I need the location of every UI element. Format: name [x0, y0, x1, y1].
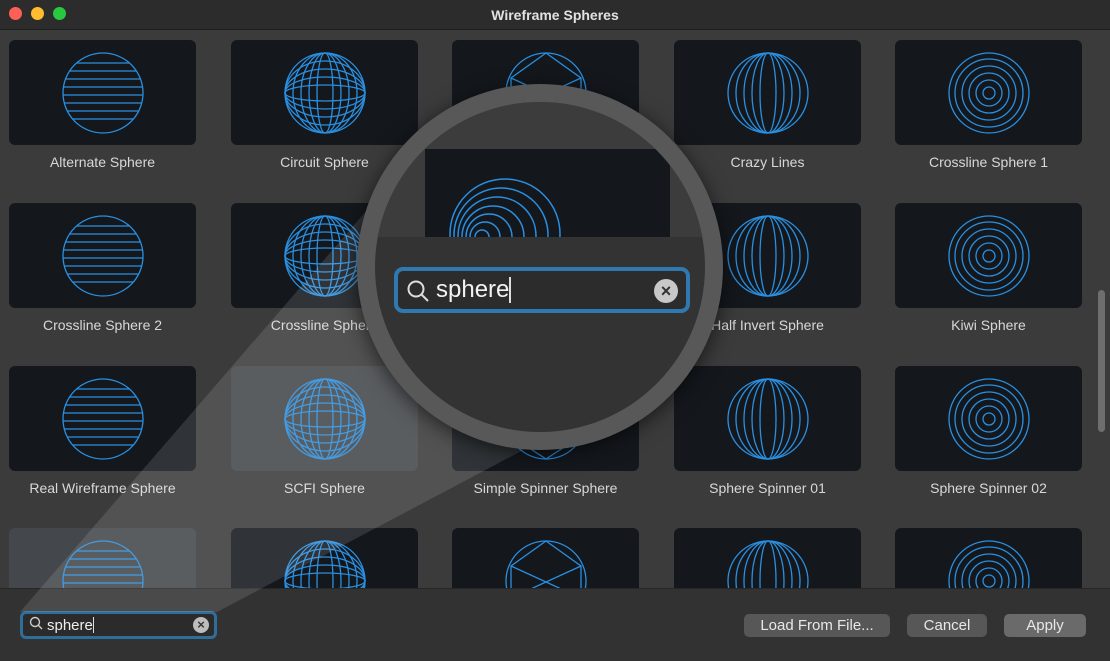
magnified-search-text: sphere — [436, 276, 510, 303]
preset-tile[interactable]: Crossline Sphere 1 — [895, 40, 1082, 170]
sphere-thumbnail — [895, 40, 1082, 145]
clear-icon: × — [654, 279, 678, 303]
preset-tile[interactable]: SCFI Sphere — [231, 366, 418, 496]
sphere-thumbnail — [674, 528, 861, 588]
sphere-thumbnail — [231, 528, 418, 588]
clear-icon[interactable]: × — [193, 617, 209, 633]
search-icon — [29, 616, 43, 634]
preset-tile[interactable]: Alternate Sphere — [9, 40, 196, 170]
preset-label: Sphere Spinner 01 — [709, 480, 826, 496]
sphere-thumbnail — [9, 203, 196, 308]
sphere-thumbnail — [674, 366, 861, 471]
preset-tile[interactable]: Sphere Spinner 01 — [674, 366, 861, 496]
sphere-thumbnail — [895, 203, 1082, 308]
window-title: Wireframe Spheres — [491, 7, 619, 23]
cancel-button[interactable]: Cancel — [907, 614, 987, 637]
preset-label: Crossline Sphere 2 — [42, 317, 163, 333]
magnifier: sphere × — [357, 84, 723, 450]
apply-button[interactable]: Apply — [1004, 614, 1086, 637]
preset-tile[interactable]: Sphere Spinner 02 — [895, 366, 1082, 496]
preset-tile[interactable] — [9, 528, 196, 588]
sphere-thumbnail — [452, 528, 639, 588]
preset-tile[interactable] — [895, 528, 1082, 588]
preset-tile[interactable] — [231, 528, 418, 588]
preset-label: Sphere Spinner 02 — [930, 480, 1047, 496]
search-text: sphere — [47, 616, 93, 634]
sphere-thumbnail — [895, 366, 1082, 471]
preset-label: SCFI Sphere — [284, 480, 365, 496]
search-icon — [406, 279, 430, 310]
magnified-search-field: sphere × — [394, 267, 690, 313]
preset-label: Real Wireframe Sphere — [29, 480, 176, 496]
search-field[interactable]: sphere × — [20, 611, 217, 639]
sphere-thumbnail — [9, 528, 196, 588]
load-from-file-button[interactable]: Load From File... — [744, 614, 890, 637]
sphere-thumbnail — [9, 366, 196, 471]
scrollbar[interactable] — [1098, 290, 1105, 432]
preset-tile[interactable]: Crossline Sphere 2 — [9, 203, 196, 333]
preset-label: Alternate Sphere — [49, 154, 156, 170]
sphere-thumbnail — [9, 40, 196, 145]
magnified-thumbnail — [425, 149, 670, 290]
preset-label: Kiwi Sphere — [951, 317, 1026, 333]
sphere-thumbnail — [895, 528, 1082, 588]
preset-label: Simple Spinner Sphere — [473, 480, 618, 496]
title-bar: Wireframe Spheres — [0, 0, 1110, 30]
preset-tile[interactable] — [452, 528, 639, 588]
preset-tile[interactable]: Real Wireframe Sphere — [9, 366, 196, 496]
sphere-thumbnail — [231, 366, 418, 471]
preset-label: Crossline Sphere 1 — [928, 154, 1049, 170]
preset-tile[interactable]: Kiwi Sphere — [895, 203, 1082, 333]
preset-tile[interactable] — [674, 528, 861, 588]
